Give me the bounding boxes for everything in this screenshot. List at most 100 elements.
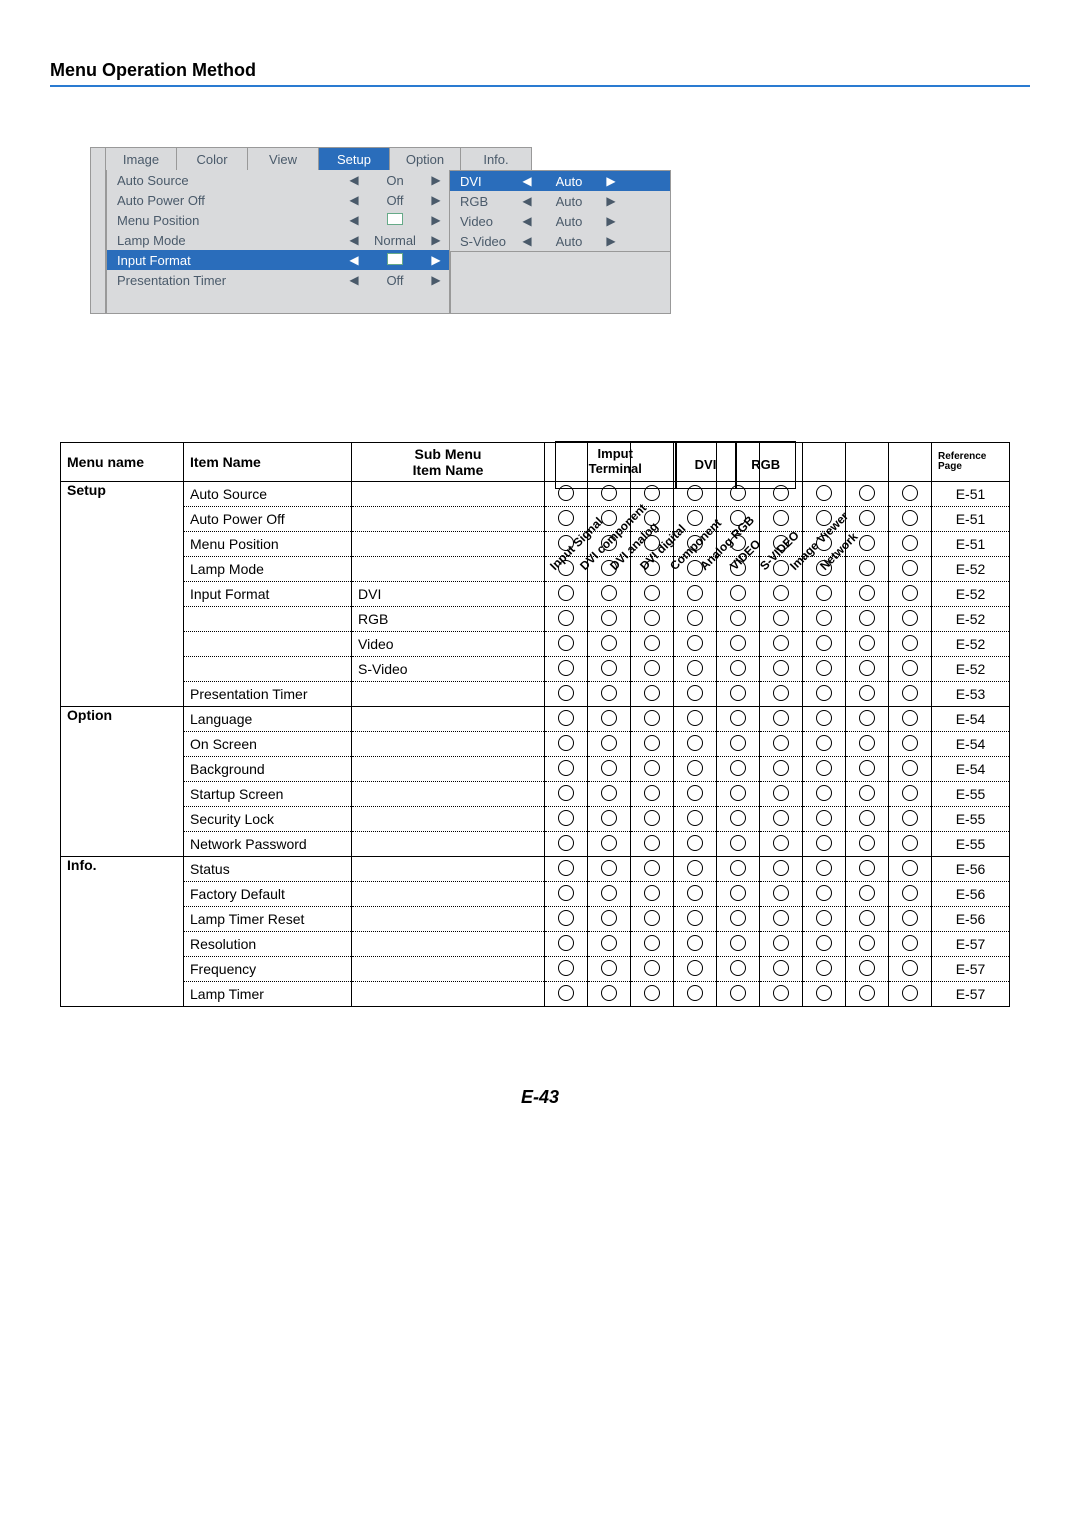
right-arrow-icon[interactable]: ▶ bbox=[429, 213, 443, 227]
tab-setup[interactable]: Setup bbox=[319, 147, 390, 170]
circle-icon bbox=[902, 935, 918, 951]
circle-icon bbox=[730, 610, 746, 626]
circle-icon bbox=[859, 585, 875, 601]
circle-icon bbox=[687, 585, 703, 601]
submenu-item[interactable]: Video ◀ Auto ▶ bbox=[450, 211, 670, 231]
menu-item-label: Presentation Timer bbox=[117, 273, 347, 288]
page-title: Menu Operation Method bbox=[50, 60, 1030, 81]
circle-icon bbox=[730, 835, 746, 851]
menu-tabs: ImageColorViewSetupOptionInfo. bbox=[105, 147, 532, 170]
circle-icon bbox=[687, 660, 703, 676]
circle-icon bbox=[558, 810, 574, 826]
circle-icon bbox=[601, 735, 617, 751]
circle-icon bbox=[816, 785, 832, 801]
circle-icon bbox=[859, 660, 875, 676]
circle-icon bbox=[730, 960, 746, 976]
tab-color[interactable]: Color bbox=[177, 147, 248, 170]
circle-icon bbox=[644, 810, 660, 826]
circle-icon bbox=[902, 735, 918, 751]
right-arrow-icon[interactable]: ▶ bbox=[604, 234, 618, 248]
circle-icon bbox=[687, 935, 703, 951]
circle-icon bbox=[558, 710, 574, 726]
tab-option[interactable]: Option bbox=[390, 147, 461, 170]
table-row: Startup ScreenE-55 bbox=[61, 782, 1010, 807]
table-row: BackgroundE-54 bbox=[61, 757, 1010, 782]
menu-item[interactable]: Menu Position ◀ ▶ bbox=[107, 210, 449, 230]
right-arrow-icon[interactable]: ▶ bbox=[429, 253, 443, 267]
tab-image[interactable]: Image bbox=[106, 147, 177, 170]
right-arrow-icon[interactable]: ▶ bbox=[604, 174, 618, 188]
circle-icon bbox=[859, 960, 875, 976]
table-row: RGBE-52 bbox=[61, 607, 1010, 632]
circle-icon bbox=[730, 860, 746, 876]
submenu-item-label: Video bbox=[460, 214, 520, 229]
circle-icon bbox=[601, 985, 617, 1001]
circle-icon bbox=[773, 660, 789, 676]
circle-icon bbox=[644, 935, 660, 951]
menu-item-value: On bbox=[361, 173, 429, 188]
left-arrow-icon[interactable]: ◀ bbox=[520, 194, 534, 208]
circle-icon bbox=[902, 985, 918, 1001]
circle-icon bbox=[687, 910, 703, 926]
circle-icon bbox=[902, 860, 918, 876]
circle-icon bbox=[730, 585, 746, 601]
submenu-item-value: Auto bbox=[534, 194, 604, 209]
left-arrow-icon[interactable]: ◀ bbox=[520, 174, 534, 188]
submenu-item[interactable]: S-Video ◀ Auto ▶ bbox=[450, 231, 670, 251]
circle-icon bbox=[816, 685, 832, 701]
circle-icon bbox=[902, 610, 918, 626]
circle-icon bbox=[601, 610, 617, 626]
circle-icon bbox=[773, 910, 789, 926]
table-row: Factory DefaultE-56 bbox=[61, 882, 1010, 907]
circle-icon bbox=[601, 585, 617, 601]
left-arrow-icon[interactable]: ◀ bbox=[520, 214, 534, 228]
right-arrow-icon[interactable]: ▶ bbox=[604, 194, 618, 208]
circle-icon bbox=[601, 785, 617, 801]
right-arrow-icon[interactable]: ▶ bbox=[604, 214, 618, 228]
circle-icon bbox=[558, 985, 574, 1001]
circle-icon bbox=[687, 760, 703, 776]
circle-icon bbox=[601, 835, 617, 851]
tab-view[interactable]: View bbox=[248, 147, 319, 170]
tab-info[interactable]: Info. bbox=[461, 147, 532, 170]
th-mark bbox=[889, 443, 932, 482]
table-row: ResolutionE-57 bbox=[61, 932, 1010, 957]
left-arrow-icon[interactable]: ◀ bbox=[347, 173, 361, 187]
circle-icon bbox=[601, 885, 617, 901]
left-arrow-icon[interactable]: ◀ bbox=[347, 213, 361, 227]
right-arrow-icon[interactable]: ▶ bbox=[429, 273, 443, 287]
submenu-item-value: Auto bbox=[534, 174, 604, 189]
circle-icon bbox=[730, 785, 746, 801]
left-arrow-icon[interactable]: ◀ bbox=[347, 233, 361, 247]
circle-icon bbox=[816, 835, 832, 851]
circle-icon bbox=[644, 835, 660, 851]
menu-item[interactable]: Presentation Timer ◀ Off ▶ bbox=[107, 270, 449, 290]
right-arrow-icon[interactable]: ▶ bbox=[429, 193, 443, 207]
left-arrow-icon[interactable]: ◀ bbox=[347, 193, 361, 207]
submenu-item-label: DVI bbox=[460, 174, 520, 189]
table-row: Presentation TimerE-53 bbox=[61, 682, 1010, 707]
circle-icon bbox=[558, 910, 574, 926]
circle-icon bbox=[730, 935, 746, 951]
menu-item[interactable]: Auto Source ◀ On ▶ bbox=[107, 170, 449, 190]
circle-icon bbox=[687, 635, 703, 651]
right-arrow-icon[interactable]: ▶ bbox=[429, 233, 443, 247]
left-arrow-icon[interactable]: ◀ bbox=[347, 253, 361, 267]
circle-icon bbox=[859, 735, 875, 751]
menu-item[interactable]: Input Format ◀ ▶ bbox=[107, 250, 449, 270]
menu-item[interactable]: Auto Power Off ◀ Off ▶ bbox=[107, 190, 449, 210]
circle-icon bbox=[644, 585, 660, 601]
circle-icon bbox=[601, 860, 617, 876]
circle-icon bbox=[644, 635, 660, 651]
menu-item[interactable]: Lamp Mode ◀ Normal ▶ bbox=[107, 230, 449, 250]
circle-icon bbox=[816, 585, 832, 601]
circle-icon bbox=[816, 960, 832, 976]
circle-icon bbox=[773, 810, 789, 826]
submenu-item[interactable]: RGB ◀ Auto ▶ bbox=[450, 191, 670, 211]
circle-icon bbox=[902, 685, 918, 701]
right-arrow-icon[interactable]: ▶ bbox=[429, 173, 443, 187]
left-arrow-icon[interactable]: ◀ bbox=[520, 234, 534, 248]
circle-icon bbox=[902, 585, 918, 601]
left-arrow-icon[interactable]: ◀ bbox=[347, 273, 361, 287]
submenu-item[interactable]: DVI ◀ Auto ▶ bbox=[450, 171, 670, 191]
